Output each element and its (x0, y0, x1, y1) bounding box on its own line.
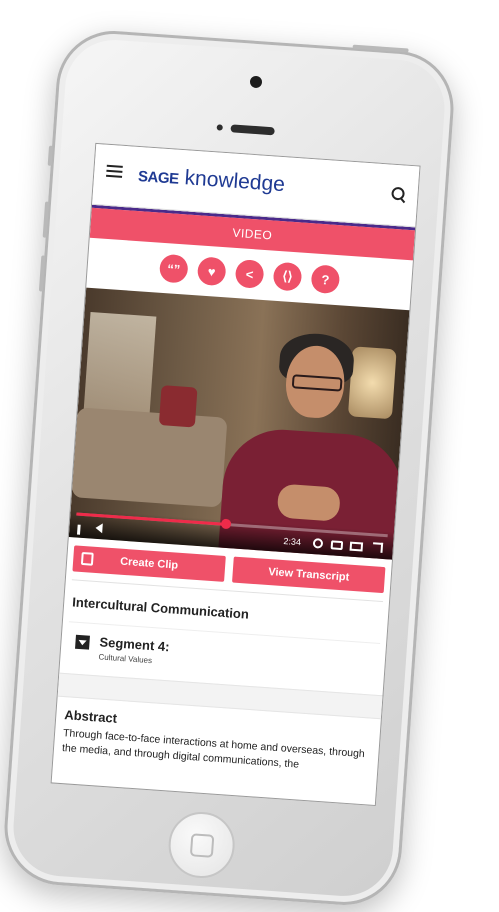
proximity-sensor (216, 124, 223, 131)
home-button[interactable] (166, 809, 237, 881)
volume-down-button (38, 255, 46, 292)
volume-up-button (42, 201, 50, 238)
search-icon[interactable] (391, 186, 406, 204)
video-player[interactable]: 2:34 (68, 287, 410, 560)
view-transcript-button[interactable]: View Transcript (232, 556, 386, 594)
power-button (352, 44, 409, 53)
hamburger-menu-icon[interactable] (106, 164, 123, 178)
collapse-toggle-icon[interactable] (75, 634, 90, 650)
volume-icon[interactable] (95, 522, 103, 534)
sage-knowledge-logo[interactable]: SAGE knowledge (137, 163, 286, 197)
video-speaker-hands (276, 483, 341, 522)
home-button-square-icon (189, 833, 215, 858)
logo-text: knowledge (183, 166, 286, 197)
segment-title: Segment 4: (99, 634, 170, 655)
earpiece-speaker (230, 124, 275, 136)
mute-switch (47, 145, 54, 166)
scene: SAGE knowledge VIDEO “” ♥ < ⟨⟩ ? 2:34 Cr… (0, 0, 499, 912)
help-icon[interactable]: ? (310, 264, 341, 295)
create-clip-label: Create Clip (119, 555, 179, 572)
front-camera (249, 75, 263, 89)
clip-icon (80, 551, 94, 566)
theater-mode-icon[interactable] (349, 541, 364, 552)
share-icon[interactable]: < (234, 259, 265, 289)
video-background-lamp (347, 346, 397, 420)
logo-mark: SAGE (137, 167, 180, 188)
cite-icon[interactable]: “” (158, 253, 189, 284)
favorite-icon[interactable]: ♥ (196, 256, 227, 287)
video-background-couch (71, 407, 228, 508)
phone-screen: SAGE knowledge VIDEO “” ♥ < ⟨⟩ ? 2:34 Cr… (50, 142, 421, 807)
video-background-cushion (158, 385, 198, 428)
settings-gear-icon[interactable] (312, 538, 324, 549)
pause-icon[interactable] (75, 522, 87, 553)
fullscreen-icon[interactable] (372, 542, 384, 553)
view-transcript-label: View Transcript (267, 566, 350, 584)
current-time: 2:34 (283, 535, 302, 548)
segment-text: Segment 4: Cultural Values (98, 634, 170, 666)
captions-icon[interactable] (330, 540, 344, 551)
segment-subtitle: Cultural Values (98, 652, 153, 666)
phone-frame: SAGE knowledge VIDEO “” ♥ < ⟨⟩ ? 2:34 Cr… (0, 27, 458, 909)
progress-scrubber[interactable] (220, 518, 232, 530)
embed-icon[interactable]: ⟨⟩ (272, 261, 303, 292)
create-clip-button[interactable]: Create Clip (72, 545, 226, 582)
